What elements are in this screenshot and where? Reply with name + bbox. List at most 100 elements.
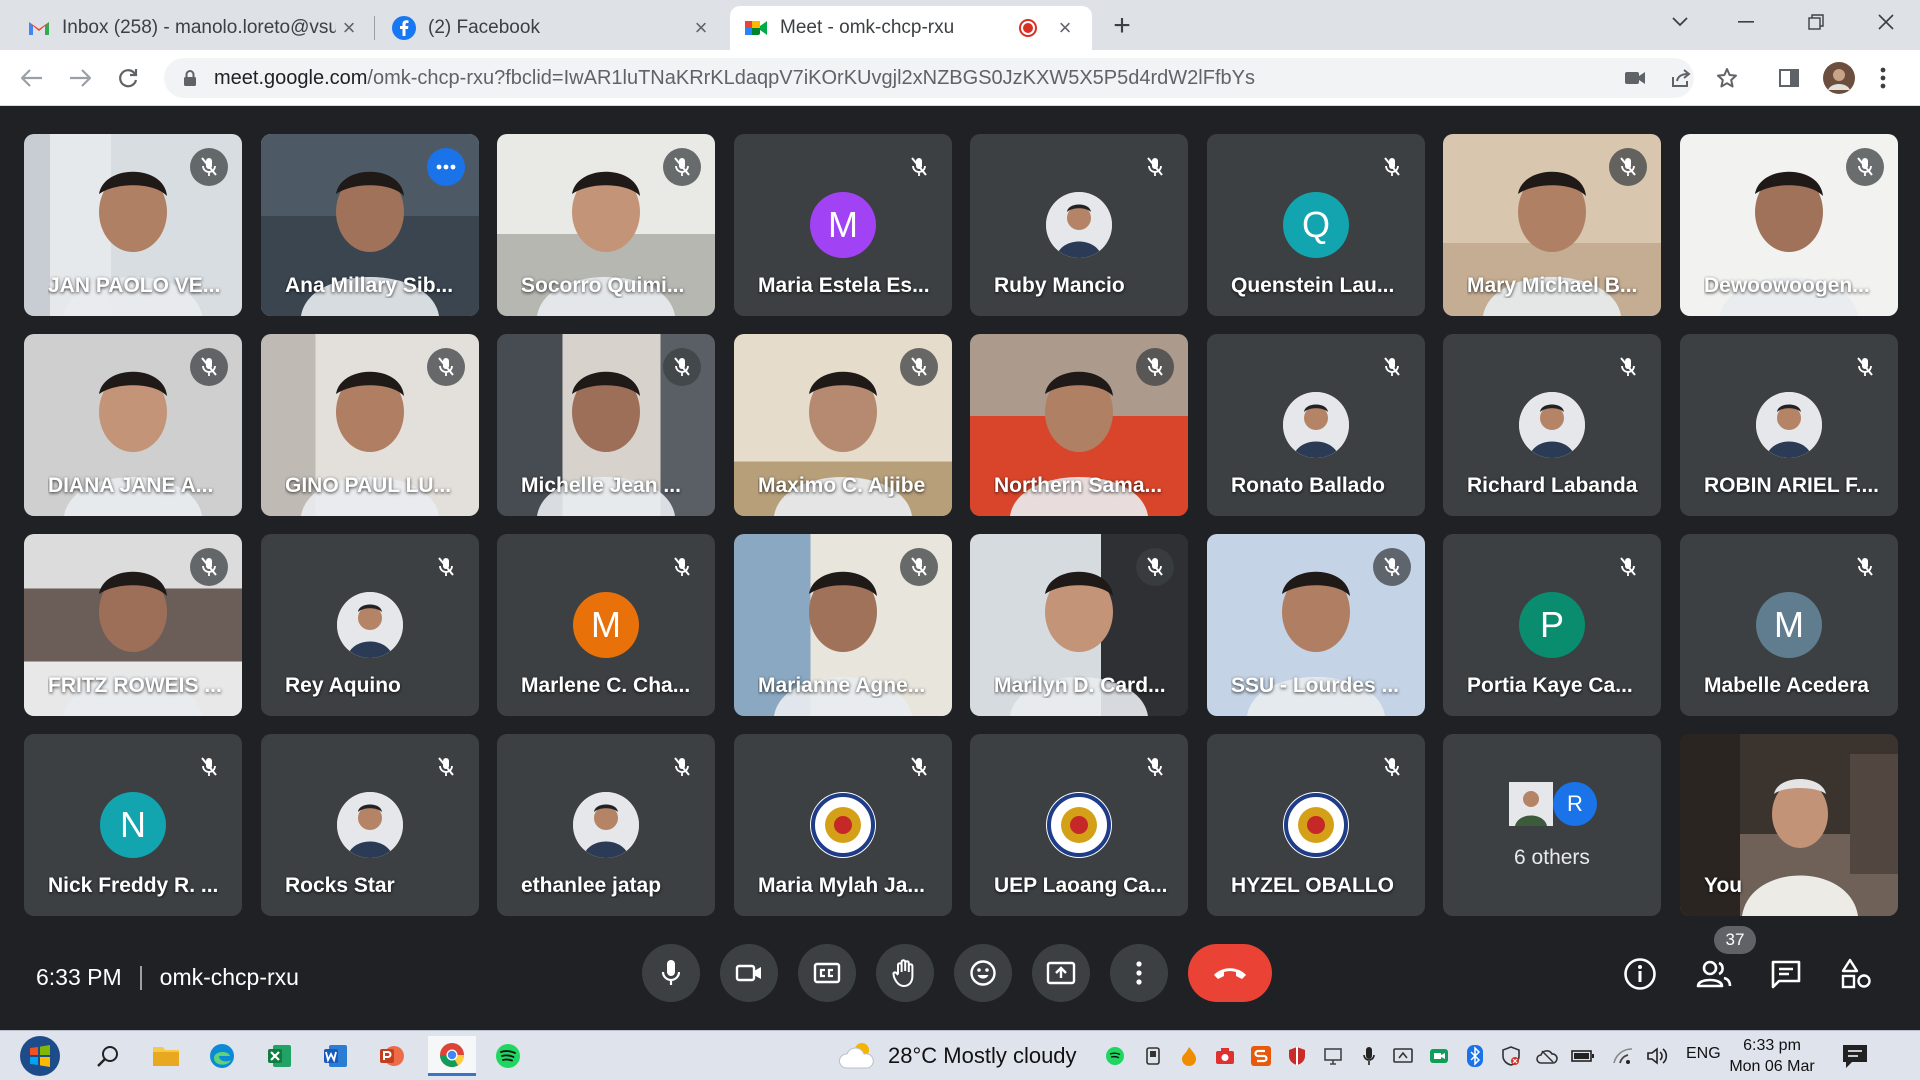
participant-tile[interactable]: HYZEL OBALLO <box>1207 734 1425 916</box>
chat-button[interactable] <box>1766 954 1806 994</box>
participant-tile[interactable]: Marilyn D. Card... <box>970 534 1188 716</box>
participant-tile[interactable]: Maria Mylah Ja... <box>734 734 952 916</box>
raise-hand-button[interactable] <box>876 944 934 1002</box>
participant-tile[interactable]: Dewoowoogen... <box>1680 134 1898 316</box>
tray-network-device[interactable] <box>1320 1043 1346 1069</box>
taskbar-edge[interactable] <box>202 1036 242 1076</box>
start-button[interactable] <box>18 1034 62 1078</box>
more-horizontal-icon <box>436 164 456 170</box>
action-center-button[interactable] <box>1840 1041 1870 1071</box>
participant-tile[interactable]: Socorro Quimi... <box>497 134 715 316</box>
address-bar[interactable]: meet.google.com/omk-chcp-rxu?fbclid=IwAR… <box>164 58 1694 98</box>
input-language[interactable]: ENG <box>1686 1045 1721 1063</box>
taskbar-powerpoint[interactable] <box>372 1036 412 1076</box>
tray-battery[interactable] <box>1570 1043 1596 1069</box>
tab-meet[interactable]: Meet - omk-chcp-rxu × <box>730 6 1092 50</box>
participant-tile[interactable]: Michelle Jean ... <box>497 334 715 516</box>
minimize-button[interactable] <box>1718 6 1774 38</box>
lock-icon[interactable] <box>180 68 200 88</box>
participant-tile[interactable]: M Marlene C. Cha... <box>497 534 715 716</box>
closed-captions-icon <box>813 962 841 984</box>
participant-tile[interactable]: N Nick Freddy R. ... <box>24 734 242 916</box>
participant-tile[interactable]: Richard Labanda <box>1443 334 1661 516</box>
tray-onedrive[interactable] <box>1534 1043 1560 1069</box>
tray-bluetooth[interactable] <box>1462 1043 1488 1069</box>
participant-tile[interactable]: Marianne Agne... <box>734 534 952 716</box>
reload-button[interactable] <box>112 62 144 94</box>
microphone-button[interactable] <box>642 944 700 1002</box>
participant-tile[interactable]: GINO PAUL LU... <box>261 334 479 516</box>
restore-button[interactable] <box>1788 6 1844 38</box>
share-button[interactable] <box>1664 60 1698 96</box>
taskbar-clock[interactable]: 6:33 pm Mon 06 Mar <box>1728 1035 1816 1077</box>
participant-tile[interactable]: ROBIN ARIEL F.... <box>1680 334 1898 516</box>
tab-facebook[interactable]: (2) Facebook × <box>378 6 728 50</box>
tray-wifi[interactable] <box>1610 1043 1636 1069</box>
tray-antivirus[interactable] <box>1284 1043 1310 1069</box>
taskbar-spotify[interactable] <box>488 1036 528 1076</box>
participant-tile[interactable]: DIANA JANE A... <box>24 334 242 516</box>
leave-call-button[interactable] <box>1188 944 1272 1002</box>
participant-tile[interactable]: M Mabelle Acedera <box>1680 534 1898 716</box>
participant-tile[interactable]: FRITZ ROWEIS ... <box>24 534 242 716</box>
tray-meet-companion[interactable] <box>1140 1043 1166 1069</box>
tab-gmail[interactable]: Inbox (258) - manolo.loreto@vsu × <box>14 6 376 50</box>
tray-cloud-app[interactable] <box>1176 1043 1202 1069</box>
participant-options-button[interactable] <box>427 148 465 186</box>
activities-button[interactable] <box>1836 954 1876 994</box>
tray-meet-indicator[interactable] <box>1426 1043 1452 1069</box>
more-options-button[interactable] <box>1110 944 1168 1002</box>
forward-button[interactable] <box>64 62 96 94</box>
participant-tile[interactable]: Rocks Star <box>261 734 479 916</box>
present-screen-button[interactable] <box>1032 944 1090 1002</box>
taskbar-search-button[interactable] <box>88 1036 128 1076</box>
weather-widget[interactable]: 28°C Mostly cloudy <box>838 1039 1077 1073</box>
participant-tile[interactable]: P Portia Kaye Ca... <box>1443 534 1661 716</box>
side-panel-button[interactable] <box>1772 60 1806 96</box>
participant-tile[interactable]: JAN PAOLO VE... <box>24 134 242 316</box>
reactions-button[interactable] <box>954 944 1012 1002</box>
new-tab-button[interactable]: + <box>1106 9 1138 42</box>
participant-tile[interactable]: Ronato Ballado <box>1207 334 1425 516</box>
tray-spotify[interactable] <box>1102 1043 1128 1069</box>
close-tab-icon[interactable]: × <box>688 15 714 41</box>
camera-button[interactable] <box>720 944 778 1002</box>
emoji-icon <box>970 960 996 986</box>
participant-tile[interactable]: M Maria Estela Es... <box>734 134 952 316</box>
close-tab-icon[interactable]: × <box>336 15 362 41</box>
camera-in-use-button[interactable] <box>1618 60 1652 96</box>
taskbar-file-explorer[interactable] <box>146 1036 186 1076</box>
participant-tile[interactable]: Ruby Mancio <box>970 134 1188 316</box>
people-button[interactable] <box>1694 954 1734 994</box>
chrome-menu-button[interactable] <box>1866 60 1900 96</box>
captions-button[interactable] <box>798 944 856 1002</box>
taskbar-chrome[interactable] <box>428 1036 476 1076</box>
participant-tile[interactable]: Northern Sama... <box>970 334 1188 516</box>
others-tile[interactable]: R 6 others <box>1443 734 1661 916</box>
back-button[interactable] <box>16 62 48 94</box>
taskbar-word[interactable] <box>316 1036 356 1076</box>
close-tab-icon[interactable]: × <box>1052 15 1078 41</box>
tray-security[interactable] <box>1498 1043 1524 1069</box>
close-window-button[interactable] <box>1858 6 1914 38</box>
participant-tile[interactable]: Rey Aquino <box>261 534 479 716</box>
profile-avatar[interactable] <box>1822 60 1856 96</box>
participant-tile[interactable]: Maximo C. Aljibe <box>734 334 952 516</box>
tray-volume[interactable] <box>1644 1043 1670 1069</box>
participant-tile[interactable]: ethanlee jatap <box>497 734 715 916</box>
tray-s-app[interactable] <box>1248 1043 1274 1069</box>
participant-tile[interactable]: Mary Michael B... <box>1443 134 1661 316</box>
tray-microphone[interactable] <box>1356 1043 1382 1069</box>
participant-tile[interactable]: UEP Laoang Ca... <box>970 734 1188 916</box>
self-view-tile[interactable]: You <box>1680 734 1898 916</box>
bookmark-button[interactable] <box>1710 60 1744 96</box>
meeting-details-button[interactable] <box>1620 954 1660 994</box>
tray-display-app[interactable] <box>1390 1043 1416 1069</box>
tray-camera-app[interactable] <box>1212 1043 1238 1069</box>
more-vertical-icon <box>1880 67 1886 89</box>
participant-tile[interactable]: Q Quenstein Lau... <box>1207 134 1425 316</box>
participant-tile[interactable]: SSU - Lourdes ... <box>1207 534 1425 716</box>
taskbar-excel[interactable] <box>260 1036 300 1076</box>
participant-tile[interactable]: Ana Millary Sib... <box>261 134 479 316</box>
tab-search-button[interactable] <box>1652 6 1708 38</box>
